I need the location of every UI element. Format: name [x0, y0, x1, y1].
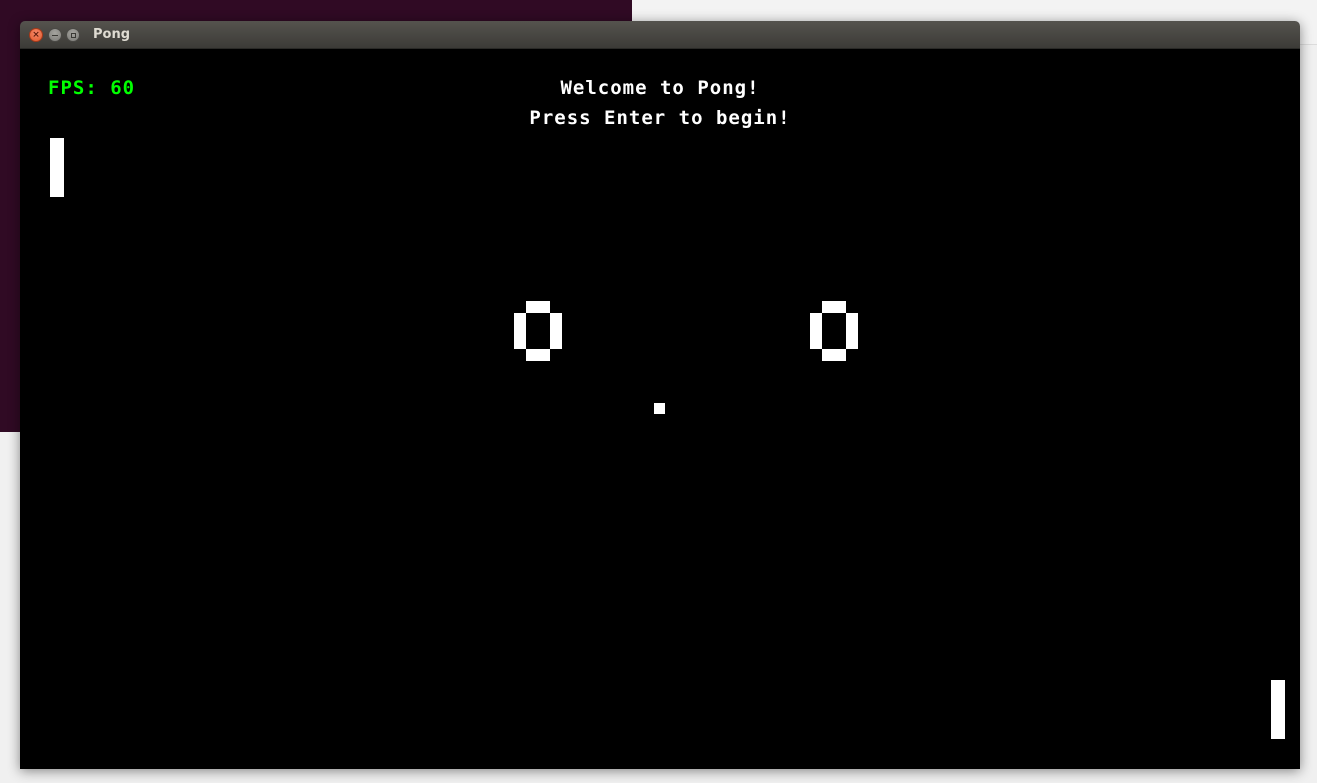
window-titlebar[interactable]: × Pong	[20, 21, 1300, 49]
maximize-icon	[70, 32, 76, 38]
game-canvas[interactable]: FPS: 60 Welcome to Pong! Press Enter to …	[20, 49, 1300, 769]
maximize-button[interactable]	[66, 28, 80, 42]
minimize-button[interactable]	[48, 28, 62, 42]
start-instruction: Press Enter to begin!	[529, 107, 791, 129]
ball	[654, 403, 665, 414]
minimize-icon	[52, 34, 58, 36]
window-title: Pong	[93, 27, 131, 42]
right-paddle	[1271, 680, 1285, 739]
player2-score-digit	[810, 301, 858, 361]
welcome-message: Welcome to Pong!	[560, 77, 760, 99]
left-paddle	[50, 138, 64, 197]
player1-score-digit	[514, 301, 562, 361]
close-button[interactable]: ×	[29, 28, 43, 42]
player2-score: 0	[810, 301, 858, 361]
player2-score-value: 0	[810, 361, 811, 362]
player1-score-value: 0	[514, 361, 515, 362]
close-icon: ×	[32, 29, 40, 40]
player1-score: 0	[514, 301, 562, 361]
pong-window[interactable]: × Pong FPS: 60 Welcome to Pong! Press En…	[20, 21, 1300, 769]
